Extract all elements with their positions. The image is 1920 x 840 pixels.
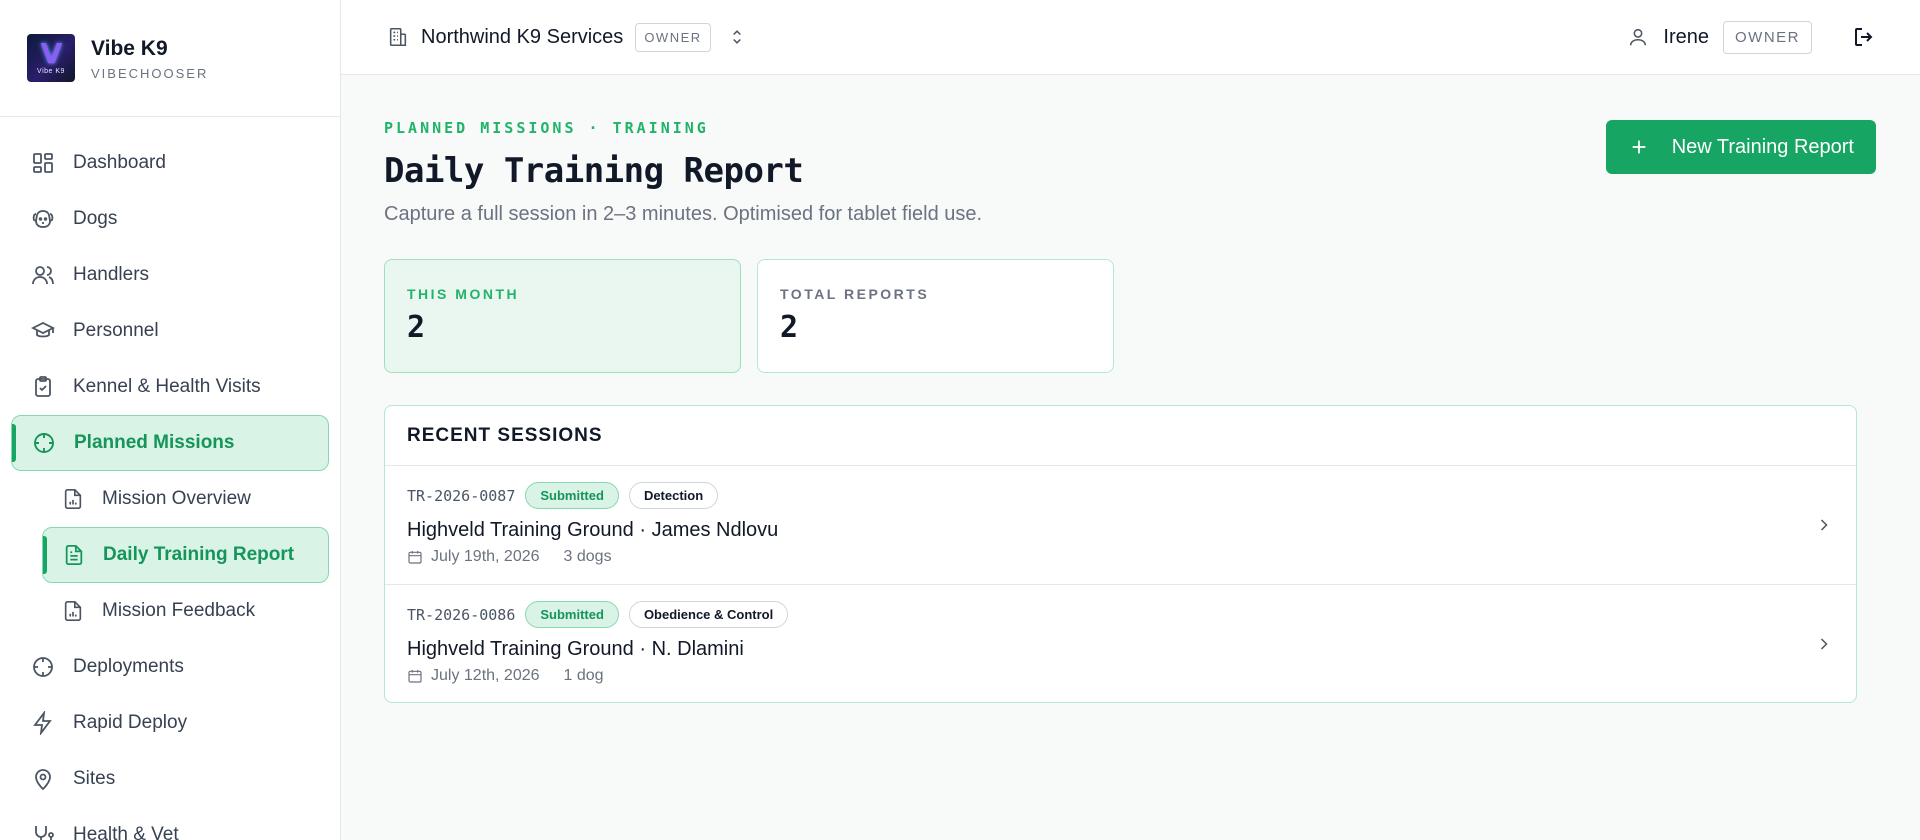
file-text-icon — [65, 544, 83, 566]
session-id: TR-2026-0086 — [407, 605, 516, 624]
stat-value: 2 — [407, 310, 426, 345]
stat-label: THIS MONTH — [407, 286, 520, 302]
category-badge: Detection — [628, 482, 719, 509]
clipboard-check-icon — [35, 376, 51, 397]
chevron-up-down-icon[interactable] — [727, 27, 747, 47]
sidebar-item-label: Personnel — [73, 320, 159, 341]
chevron-right-icon — [1820, 637, 1828, 650]
page-subtitle: Capture a full session in 2–3 minutes. O… — [384, 203, 983, 225]
main-area: Northwind K9 Services OWNER Irene OWNER … — [341, 0, 1920, 840]
sidebar-item-daily-training-report[interactable]: Daily Training Report — [42, 527, 329, 583]
dashboard-icon — [33, 153, 53, 173]
brand: V Vibe K9 Vibe K9 VIBECHOOSER — [0, 0, 340, 117]
stats-row: THIS MONTH 2 TOTAL REPORTS 2 — [384, 259, 1876, 373]
file-chart-icon — [64, 601, 82, 621]
sidebar-nav: Dashboard Dogs Handlers Personnel Kennel… — [0, 117, 340, 840]
stat-card-total-reports: TOTAL REPORTS 2 — [757, 259, 1114, 373]
sidebar-item-dogs[interactable]: Dogs — [11, 191, 329, 247]
breadcrumb: PLANNED MISSIONS · TRAINING — [384, 119, 709, 137]
sidebar-item-kennel-health-visits[interactable]: Kennel & Health Visits — [11, 359, 329, 415]
sidebar-item-label: Mission Feedback — [102, 600, 256, 621]
sidebar-item-label: Planned Missions — [74, 432, 235, 453]
sidebar-item-sites[interactable]: Sites — [11, 751, 329, 807]
sidebar-item-planned-missions[interactable]: Planned Missions — [11, 415, 329, 471]
new-training-report-label: New Training Report — [1671, 135, 1854, 158]
sidebar-item-label: Dashboard — [73, 152, 166, 173]
category-badge: Obedience & Control — [628, 601, 789, 628]
org-switcher[interactable]: Northwind K9 Services OWNER — [387, 22, 747, 52]
users-icon — [32, 266, 54, 285]
org-role-badge: OWNER — [635, 22, 711, 52]
topbar: Northwind K9 Services OWNER Irene OWNER — [341, 0, 1920, 75]
chevron-right-icon — [1820, 519, 1828, 531]
user-menu: Irene OWNER — [1627, 20, 1876, 54]
logout-icon[interactable] — [1852, 25, 1876, 49]
status-badge: Submitted — [525, 601, 619, 628]
sidebar-item-label: Deployments — [73, 656, 184, 677]
recent-sessions-heading: RECENT SESSIONS — [385, 406, 1856, 466]
org-name: Northwind K9 Services — [421, 25, 624, 48]
session-dog-count: 3 dogs — [563, 548, 612, 565]
plus-icon — [1632, 140, 1646, 154]
recent-sessions-panel: RECENT SESSIONS TR-2026-0087 Submitted D… — [384, 405, 1857, 703]
calendar-icon — [408, 670, 422, 683]
sidebar: V Vibe K9 Vibe K9 VIBECHOOSER Dashboard … — [0, 0, 341, 840]
sidebar-item-handlers[interactable]: Handlers — [11, 247, 329, 303]
user-icon — [1630, 28, 1647, 46]
lightning-icon — [33, 711, 52, 735]
sidebar-item-deployments[interactable]: Deployments — [11, 639, 329, 695]
session-dog-count: 1 dog — [563, 667, 604, 684]
file-chart-icon — [64, 489, 82, 509]
sidebar-item-label: Mission Overview — [102, 488, 251, 509]
sidebar-item-label: Rapid Deploy — [73, 712, 188, 733]
sidebar-item-dashboard[interactable]: Dashboard — [11, 135, 329, 191]
stethoscope-icon — [35, 826, 54, 840]
sidebar-item-health-vet[interactable]: Health & Vet — [11, 807, 329, 840]
calendar-icon — [408, 551, 422, 564]
page-content: PLANNED MISSIONS · TRAINING Daily Traini… — [341, 75, 1920, 703]
session-title: Highveld Training Ground · James Ndlovu — [407, 519, 779, 541]
crosshair-icon — [33, 657, 53, 677]
sidebar-item-mission-feedback[interactable]: Mission Feedback — [42, 583, 329, 639]
sidebar-item-label: Handlers — [73, 264, 150, 285]
sidebar-item-label: Kennel & Health Visits — [73, 376, 261, 397]
map-pin-icon — [35, 769, 51, 791]
new-training-report-button[interactable]: New Training Report — [1605, 120, 1876, 174]
stat-label: TOTAL REPORTS — [780, 286, 930, 302]
session-date: July 19th, 2026 — [431, 548, 540, 565]
stat-value: 2 — [780, 310, 799, 345]
session-row[interactable]: TR-2026-0086 Submitted Obedience & Contr… — [385, 585, 1856, 702]
graduation-cap-icon — [31, 321, 55, 338]
sidebar-item-mission-overview[interactable]: Mission Overview — [42, 471, 329, 527]
dog-icon — [32, 210, 54, 228]
building-icon — [389, 27, 407, 47]
user-role-badge: OWNER — [1723, 20, 1812, 54]
user-name: Irene — [1663, 25, 1709, 48]
stat-card-this-month: THIS MONTH 2 — [384, 259, 741, 373]
brand-subtitle: VIBECHOOSER — [91, 65, 209, 81]
page-title: Daily Training Report — [384, 151, 804, 191]
session-title: Highveld Training Ground · N. Dlamini — [407, 638, 744, 660]
status-badge: Submitted — [525, 482, 619, 509]
brand-logo: V Vibe K9 — [27, 34, 75, 82]
sidebar-item-label: Dogs — [73, 208, 118, 229]
session-date: July 12th, 2026 — [431, 667, 540, 684]
session-id: TR-2026-0087 — [407, 486, 516, 505]
session-row[interactable]: TR-2026-0087 Submitted Detection Highvel… — [385, 466, 1856, 585]
brand-name: Vibe K9 — [91, 36, 168, 60]
sidebar-item-label: Sites — [73, 768, 116, 789]
sidebar-submenu: Mission Overview Daily Training Report M… — [27, 471, 329, 639]
crosshair-icon — [34, 433, 54, 453]
sidebar-item-rapid-deploy[interactable]: Rapid Deploy — [11, 695, 329, 751]
sidebar-item-personnel[interactable]: Personnel — [11, 303, 329, 359]
sidebar-item-label: Health & Vet — [73, 824, 179, 840]
sidebar-item-label: Daily Training Report — [103, 544, 295, 565]
